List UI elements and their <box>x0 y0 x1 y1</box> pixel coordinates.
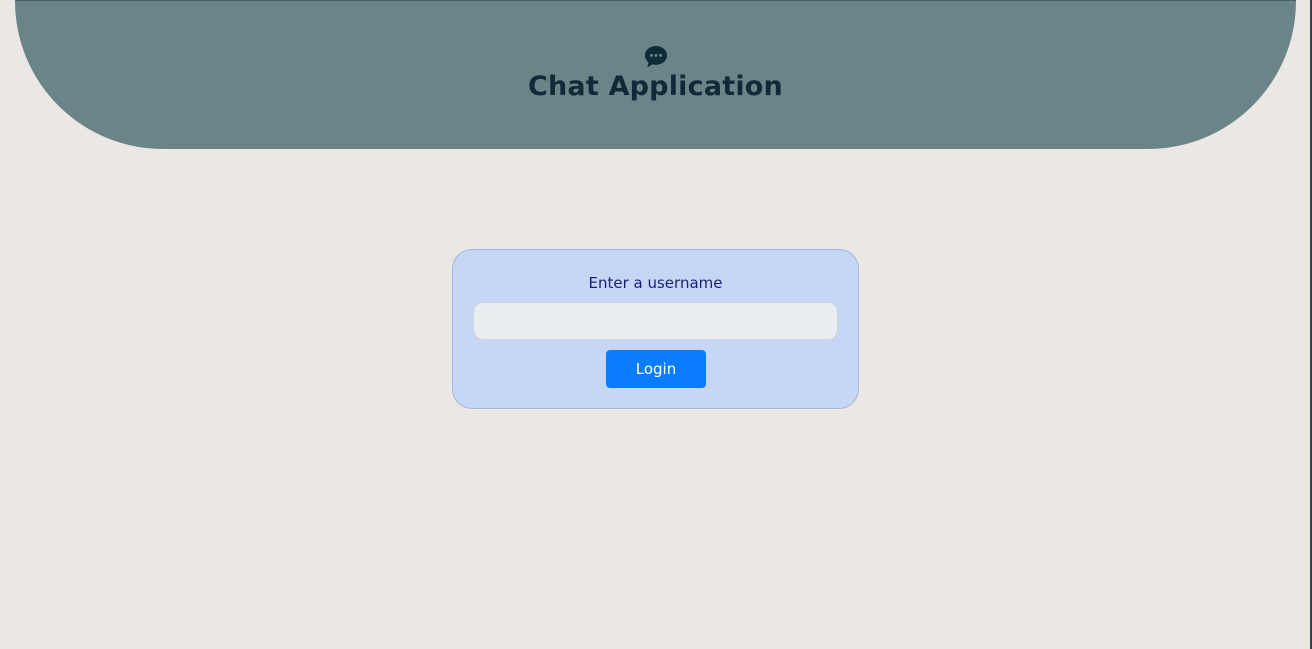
login-button[interactable]: Login <box>606 350 706 388</box>
username-label: Enter a username <box>588 274 723 292</box>
chat-bubble-icon <box>643 44 669 70</box>
app-header: Chat Application <box>15 0 1296 149</box>
username-input[interactable] <box>473 302 838 340</box>
login-card: Enter a username Login <box>452 249 859 409</box>
app-title: Chat Application <box>528 71 783 102</box>
